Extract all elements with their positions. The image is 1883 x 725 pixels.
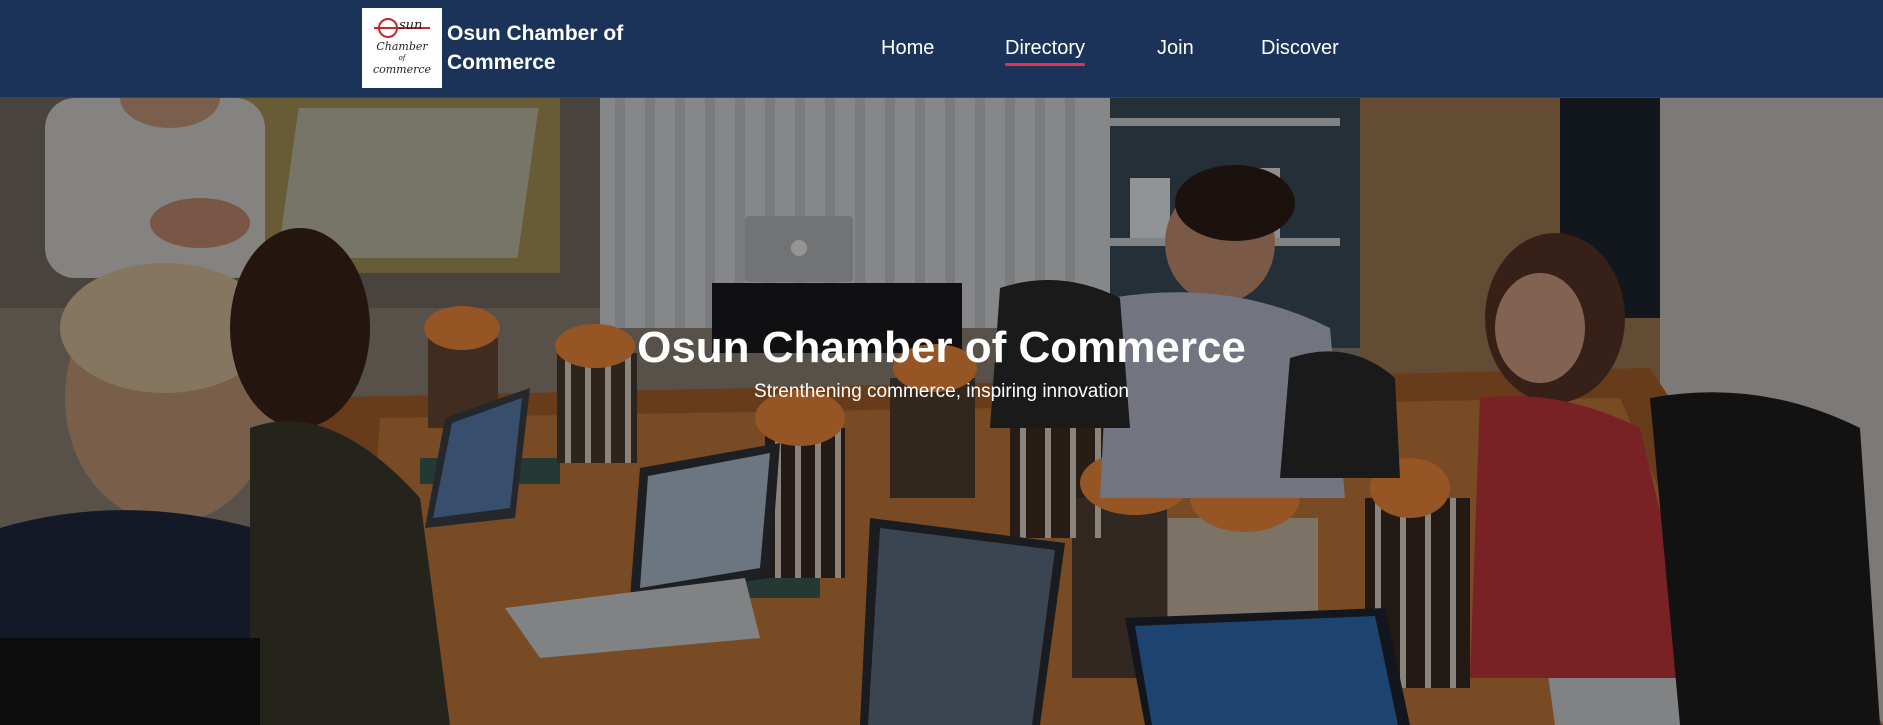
nav-directory[interactable]: Directory (1005, 36, 1086, 66)
hero-banner: Osun Chamber of Commerce Strenthening co… (0, 98, 1883, 725)
nav-home[interactable]: Home (881, 36, 934, 60)
nav-directory-label: Directory (1005, 37, 1086, 59)
hero-dark-overlay (0, 98, 1883, 725)
hero-subtitle: Strenthening commerce, inspiring innovat… (754, 381, 1129, 402)
nav-active-indicator (1005, 63, 1086, 66)
nav-discover[interactable]: Discover (1261, 36, 1339, 60)
nav-join[interactable]: Join (1157, 36, 1194, 60)
hero-title: Osun Chamber of Commerce (637, 323, 1246, 372)
site-header: sun Chamber of commerce Osun Chamber of … (0, 0, 1883, 98)
main-nav: Home Directory Join Discover (0, 0, 1883, 98)
